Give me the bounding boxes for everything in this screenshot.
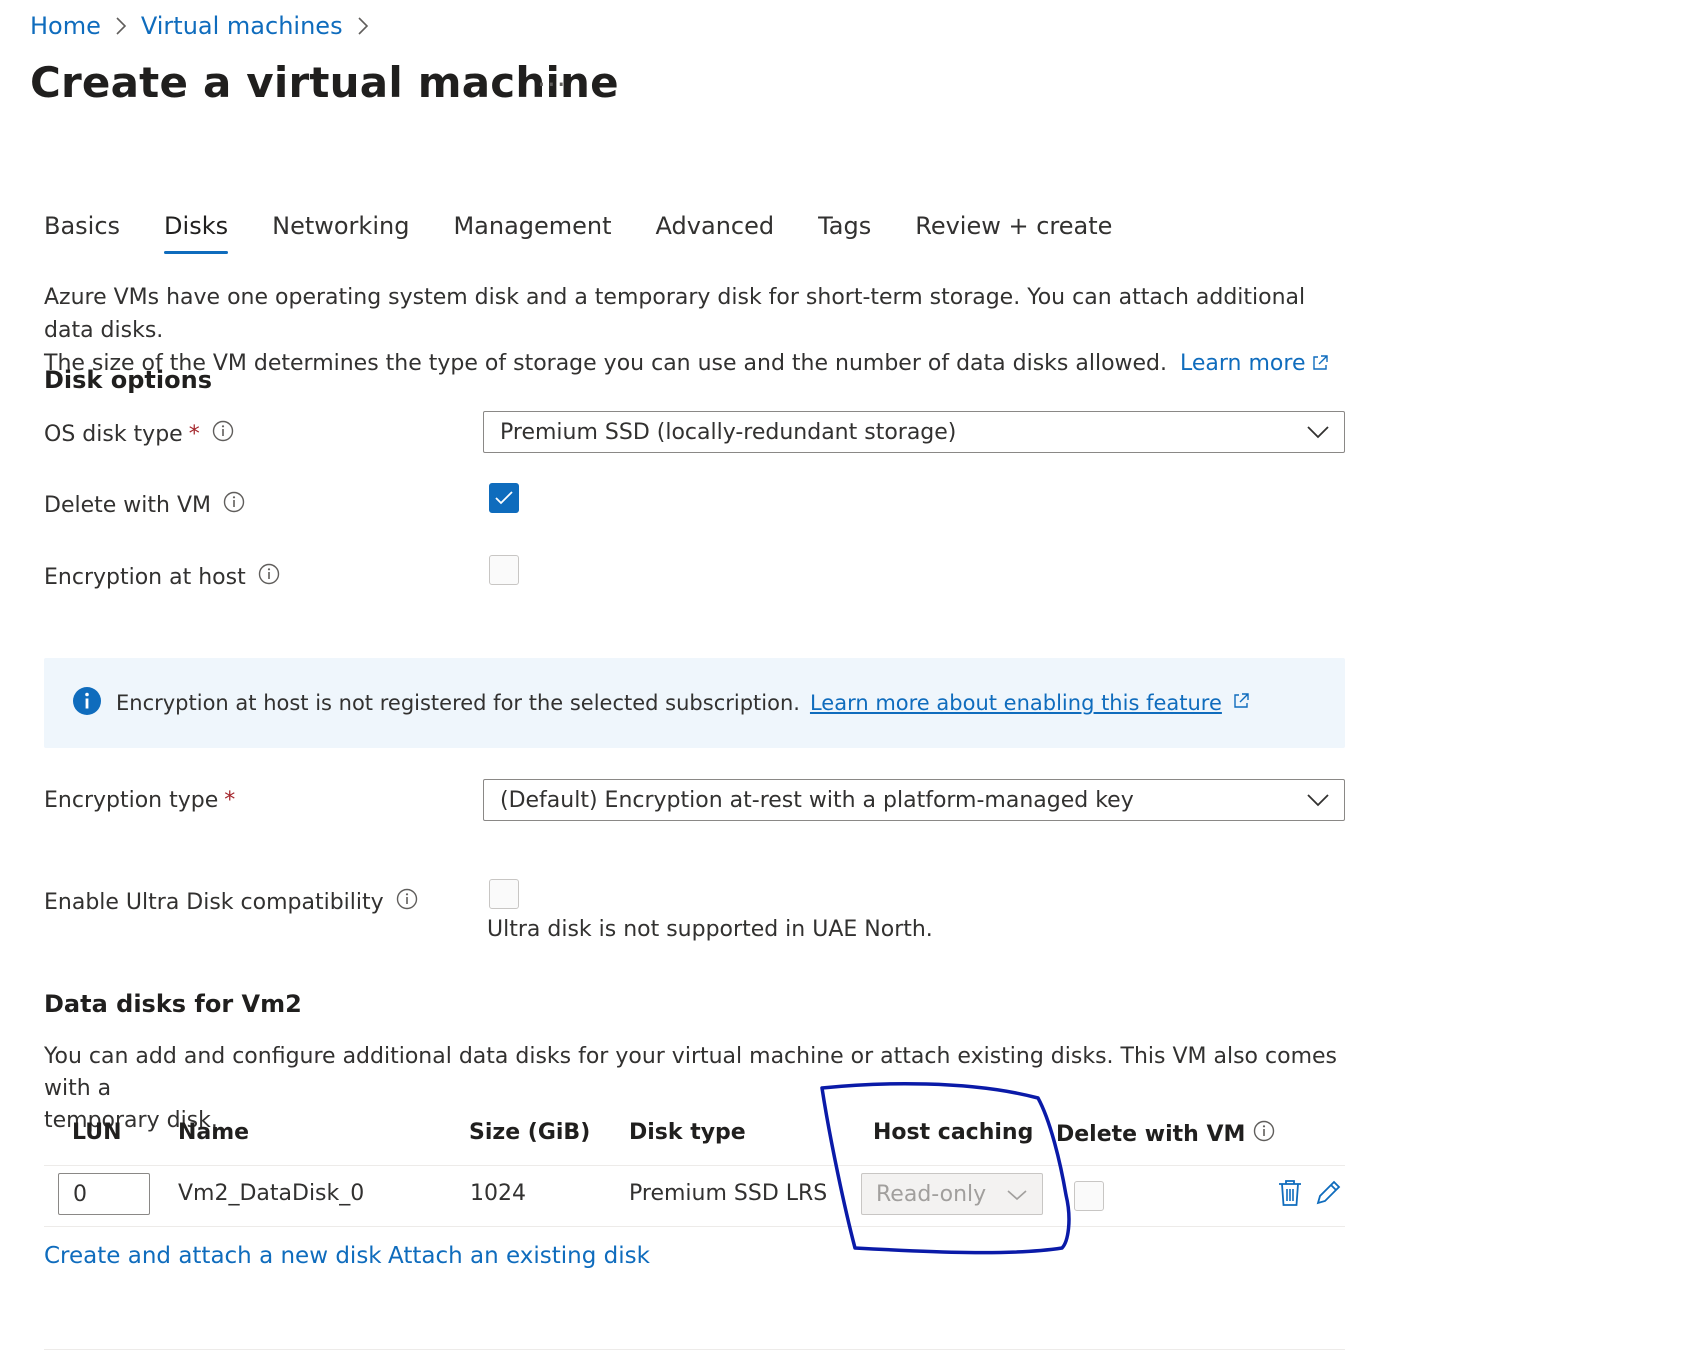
column-delete-with-vm-text: Delete with VM [1056,1121,1246,1147]
column-size: Size (GiB) [469,1120,591,1145]
chevron-down-icon [1306,420,1330,445]
tab-tags[interactable]: Tags [818,212,871,254]
tab-advanced[interactable]: Advanced [656,212,775,254]
encryption-type-value: (Default) Encryption at-rest with a plat… [500,787,1134,813]
disk-type-cell: Premium SSD LRS [629,1181,828,1206]
checkmark-icon [495,491,513,505]
delete-icon[interactable] [1277,1178,1303,1212]
chevron-right-icon [357,16,369,36]
ultra-disk-checkbox[interactable] [489,879,519,909]
encryption-type-text: Encryption type [44,788,219,813]
info-filled-icon [72,686,102,721]
info-icon[interactable] [396,888,418,916]
learn-more-link[interactable]: Learn more [1180,351,1329,376]
table-divider [44,1226,1345,1227]
breadcrumb: Home Virtual machines [30,12,369,40]
tab-bar: Basics Disks Networking Management Advan… [44,212,1156,254]
column-lun: LUN [72,1120,122,1145]
info-icon[interactable] [258,563,280,591]
info-icon[interactable] [212,420,234,448]
lun-input[interactable]: 0 [58,1173,150,1215]
breadcrumb-vms-link[interactable]: Virtual machines [141,12,343,40]
data-disks-desc-line-1: You can add and configure additional dat… [44,1044,1337,1101]
delete-with-vm-text: Delete with VM [44,492,211,518]
required-marker: * [224,788,236,813]
chevron-right-icon [115,16,127,36]
column-disk-type: Disk type [629,1120,746,1145]
intro-line-2: The size of the VM determines the type o… [44,347,1344,382]
ultra-disk-note: Ultra disk is not supported in UAE North… [487,917,933,942]
learn-more-text: Learn more [1180,351,1306,376]
ultra-disk-label: Enable Ultra Disk compatibility [44,888,418,916]
delete-with-vm-checkbox[interactable] [489,483,519,513]
tab-basics[interactable]: Basics [44,212,120,254]
external-link-icon [1232,691,1250,715]
column-delete-with-vm: Delete with VM [1056,1120,1275,1148]
tab-review-create[interactable]: Review + create [915,212,1112,254]
external-link-icon [1311,349,1329,382]
banner-text: Encryption at host is not registered for… [116,691,800,715]
tab-disks[interactable]: Disks [164,212,229,254]
intro-description: Azure VMs have one operating system disk… [44,281,1344,382]
os-disk-type-value: Premium SSD (locally-redundant storage) [500,419,957,445]
disk-size-cell: 1024 [470,1181,526,1206]
os-disk-type-label: OS disk type * [44,420,234,448]
required-marker: * [188,421,200,447]
breadcrumb-home-link[interactable]: Home [30,12,101,40]
info-banner: Encryption at host is not registered for… [44,658,1345,748]
banner-learn-more-link[interactable]: Learn more about enabling this feature [810,691,1222,715]
attach-existing-disk-link[interactable]: Attach an existing disk [388,1243,650,1269]
delete-with-vm-label: Delete with VM [44,491,245,519]
encryption-type-select[interactable]: (Default) Encryption at-rest with a plat… [483,779,1345,821]
intro-line-2-text: The size of the VM determines the type o… [44,351,1168,376]
column-name: Name [178,1120,250,1145]
intro-line-1: Azure VMs have one operating system disk… [44,285,1306,343]
edit-icon[interactable] [1314,1177,1344,1211]
info-icon[interactable] [1253,1120,1275,1148]
encryption-type-label: Encryption type * [44,788,235,813]
tab-management[interactable]: Management [453,212,611,254]
ultra-disk-text: Enable Ultra Disk compatibility [44,889,384,915]
info-icon[interactable] [223,491,245,519]
annotation-highlight [820,1081,1071,1255]
table-divider [44,1165,1345,1166]
disk-options-heading: Disk options [44,366,212,394]
os-disk-type-text: OS disk type [44,421,183,447]
data-disks-heading: Data disks for Vm2 [44,990,302,1018]
chevron-down-icon [1306,788,1330,813]
encryption-at-host-text: Encryption at host [44,564,246,590]
create-attach-disk-link[interactable]: Create and attach a new disk [44,1243,382,1269]
encryption-at-host-label: Encryption at host [44,563,280,591]
disk-name-cell: Vm2_DataDisk_0 [178,1181,365,1206]
more-actions-button[interactable]: ··· [537,68,567,101]
footer-divider [44,1349,1345,1350]
encryption-at-host-checkbox[interactable] [489,555,519,585]
os-disk-type-select[interactable]: Premium SSD (locally-redundant storage) [483,411,1345,453]
tab-networking[interactable]: Networking [272,212,409,254]
page-title: Create a virtual machine [30,58,619,107]
